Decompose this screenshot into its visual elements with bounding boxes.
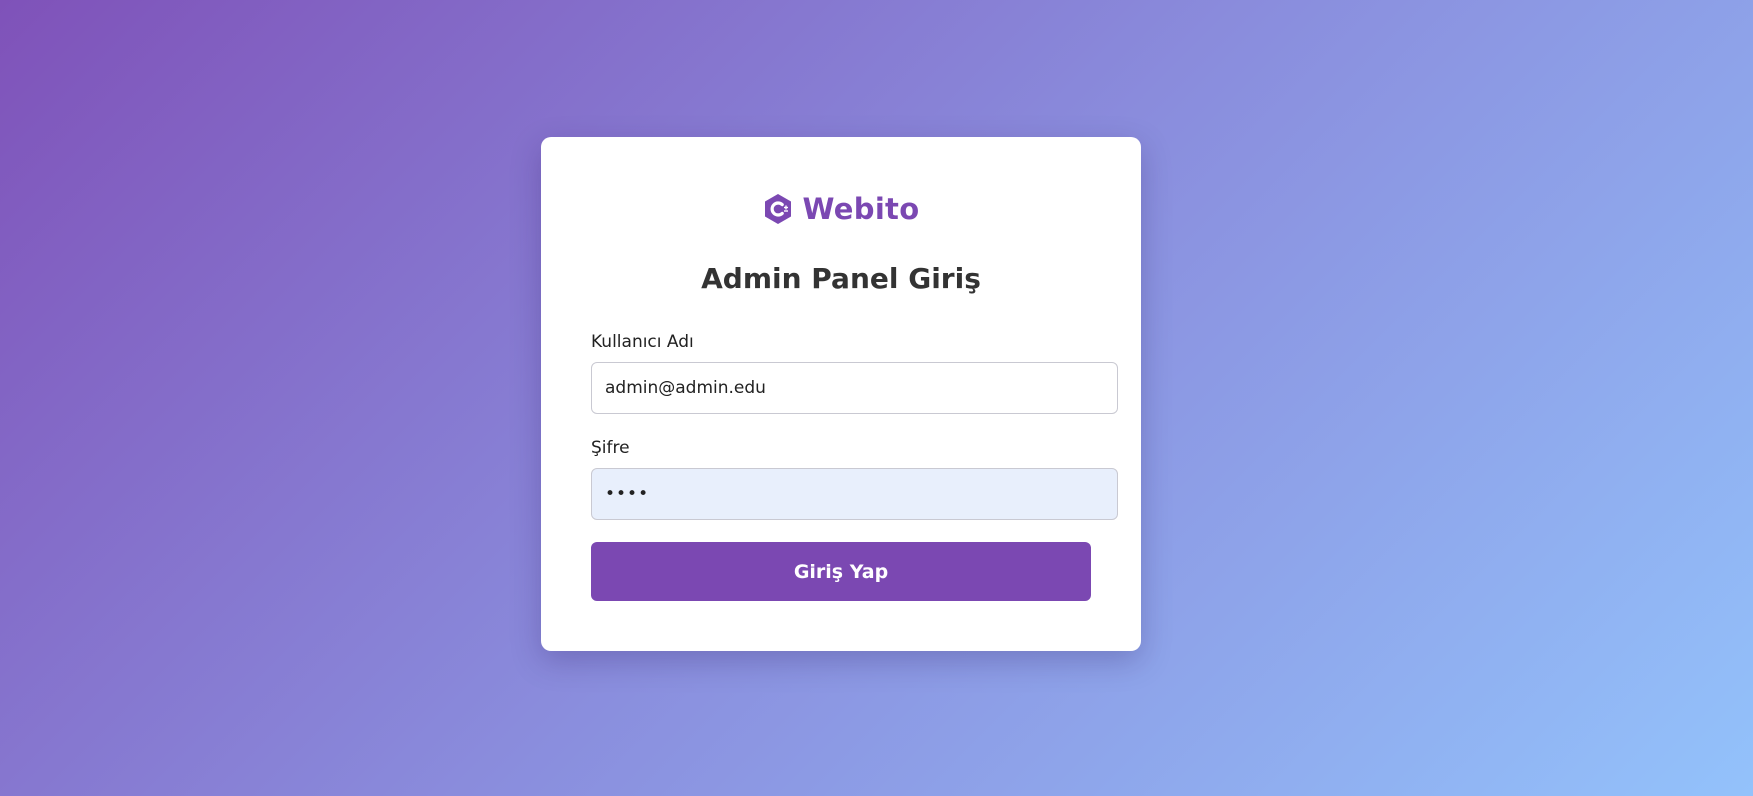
login-card: Webito Admin Panel Giriş Kullanıcı Adı Ş… — [541, 137, 1141, 651]
page-title: Admin Panel Giriş — [701, 262, 981, 295]
username-field[interactable] — [591, 362, 1118, 414]
brand: Webito — [541, 189, 1141, 229]
hexagon-c-logo-icon — [763, 193, 793, 225]
username-label: Kullanıcı Adı — [591, 332, 694, 352]
password-field[interactable] — [591, 468, 1118, 520]
login-button[interactable]: Giriş Yap — [591, 542, 1091, 601]
password-label: Şifre — [591, 438, 630, 458]
brand-name: Webito — [802, 192, 920, 226]
